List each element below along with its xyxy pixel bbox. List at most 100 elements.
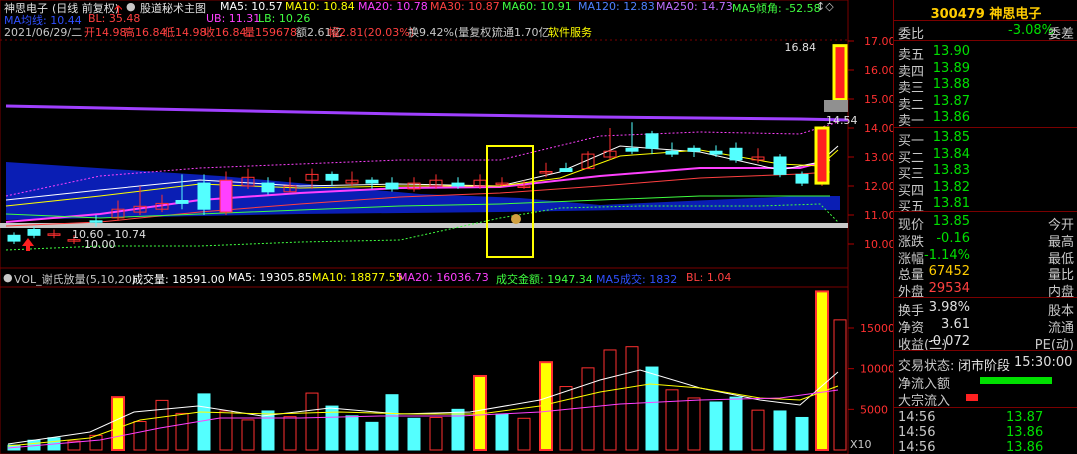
candle bbox=[729, 147, 743, 161]
buy-row-value: 13.81 bbox=[932, 196, 970, 211]
candle bbox=[325, 173, 339, 181]
volume-axis-label: 15000 bbox=[860, 322, 893, 335]
ma30-value: MA30: 10.87 bbox=[430, 0, 500, 13]
volume-bar bbox=[751, 409, 765, 451]
volume-bar bbox=[345, 415, 359, 451]
stat-row-value: -0.16 bbox=[936, 230, 970, 246]
ma250-label: 14.54 bbox=[826, 114, 858, 127]
tick-row: 14:56 13.86 bbox=[894, 440, 1077, 454]
quote-panel: 300479 神思电子 委比 -3.08% 委差 卖五 13.90 卖四 13.89 卖… bbox=[893, 0, 1077, 454]
sell-row-value: 13.87 bbox=[932, 93, 970, 109]
tick-time: 14:56 bbox=[898, 410, 936, 425]
quote-float: 流通1.70亿 bbox=[492, 26, 550, 39]
peak-label: 16.84 bbox=[785, 41, 817, 54]
volume-value: 成交量: 18591.00 bbox=[132, 273, 225, 286]
weibi-row: 委比 -3.08% 委差 bbox=[894, 23, 1077, 42]
candle bbox=[625, 147, 639, 152]
sell-row: 卖二 13.87 bbox=[894, 93, 1077, 113]
volume-bar bbox=[795, 416, 809, 451]
tick-price: 13.87 bbox=[1006, 410, 1044, 425]
volume-bar bbox=[603, 349, 617, 451]
quote-volume: 量159678 bbox=[244, 26, 297, 39]
volume-bar bbox=[305, 392, 319, 451]
buy-row: 买二 13.84 bbox=[894, 146, 1077, 166]
buy-row-value: 13.84 bbox=[932, 146, 970, 162]
price-axis-label: 17.00 bbox=[864, 35, 893, 48]
candle bbox=[559, 168, 573, 173]
sell-row: 卖三 13.88 bbox=[894, 77, 1077, 96]
stat2-row: 收益(二) -0.072 PE(动) bbox=[894, 334, 1077, 353]
candle bbox=[219, 179, 233, 213]
block-inflow-bar bbox=[966, 394, 978, 401]
candle bbox=[89, 220, 103, 223]
sell-row: 卖四 13.89 bbox=[894, 61, 1077, 80]
volume-bar bbox=[133, 421, 147, 451]
volume-bar bbox=[197, 393, 211, 451]
volume-bar bbox=[407, 417, 421, 451]
buy-row-label: 买五 bbox=[898, 200, 925, 215]
volume-title[interactable]: VOL_谢氏放量(5,10,20) bbox=[14, 271, 136, 287]
stat2-row-value: 3.61 bbox=[941, 316, 970, 332]
volume-bar bbox=[517, 417, 531, 451]
candle bbox=[197, 182, 211, 210]
volume-ma5: MA5: 19305.85 bbox=[228, 271, 312, 284]
block-inflow-row: 大宗流入 bbox=[894, 390, 1077, 409]
volume-bar bbox=[773, 410, 787, 451]
volume-bl: BL: 1.04 bbox=[686, 271, 732, 284]
kline-chart[interactable]: 17.00 16.00 15.00 14.00 13.00 12.00 11.00 10.00… bbox=[0, 0, 893, 454]
sell-row-value: 13.88 bbox=[932, 77, 970, 92]
stat2-row: 换手 3.98% 股本 bbox=[894, 300, 1077, 319]
stat-row: 涨幅 -1.14% 最低 bbox=[894, 248, 1077, 267]
volume-amount: 成交金额: 1947.34 bbox=[496, 273, 593, 286]
sell-row: 卖五 13.90 bbox=[894, 44, 1077, 63]
ma250-line bbox=[5, 104, 849, 122]
price-axis-label: 10.00 bbox=[864, 238, 893, 251]
stat-row: 总量 67452 量比 bbox=[894, 264, 1077, 283]
volume-bar bbox=[219, 410, 233, 451]
quote-close: 收16.84 bbox=[204, 26, 247, 39]
candle bbox=[7, 234, 21, 242]
close-icon[interactable]: ↕◇ bbox=[816, 0, 834, 13]
volume-hidden: MA5成交: 1832 bbox=[596, 273, 678, 286]
ma5-angle-value: MA5倾角: -52.58 bbox=[732, 2, 821, 15]
trade-status-row: 交易状态: 闭市阶段 15:30:00 bbox=[894, 355, 1077, 374]
volume-unit-label: X10 bbox=[850, 438, 872, 451]
candle bbox=[451, 182, 465, 187]
volume-bar bbox=[261, 410, 275, 451]
ma60-value: MA60: 10.91 bbox=[502, 0, 572, 13]
volume-bar bbox=[241, 419, 255, 451]
volume-bar bbox=[815, 290, 829, 451]
quote-date: 2021/06/29/二 bbox=[4, 26, 83, 39]
candle bbox=[773, 156, 787, 175]
stat-row-value: 13.85 bbox=[932, 214, 970, 229]
price-axis-label: 11.00 bbox=[864, 209, 893, 222]
settings-icon[interactable]: ● bbox=[3, 271, 13, 284]
tick-row: 14:56 13.86 bbox=[894, 425, 1077, 441]
quote-info-bar: 2021/06/29/二 开14.98 高16.84 低14.98 收16.84… bbox=[0, 24, 860, 39]
ma250-value: MA250: 14.73 bbox=[656, 0, 733, 13]
buy-row: 买一 13.85 bbox=[894, 130, 1077, 149]
quote-sector: 软件服务 bbox=[548, 26, 592, 39]
volume-bar bbox=[155, 399, 169, 451]
net-inflow-bar bbox=[980, 377, 1052, 384]
quote-open: 开14.98 bbox=[84, 26, 127, 39]
volume-bar bbox=[429, 416, 443, 451]
candle bbox=[795, 173, 809, 184]
price-axis-label: 14.00 bbox=[864, 122, 893, 135]
buy-row-value: 13.82 bbox=[932, 179, 970, 195]
buy-row-value: 13.83 bbox=[932, 163, 970, 178]
money-bag-icon bbox=[511, 214, 521, 224]
stat-row-value: 67452 bbox=[928, 264, 970, 280]
net-inflow-row: 净流入额 bbox=[894, 373, 1077, 392]
volume-bar bbox=[625, 346, 639, 451]
sell-row: 卖一 13.86 bbox=[894, 110, 1077, 129]
status-label: 交易状态: bbox=[898, 359, 955, 374]
volume-bar bbox=[111, 396, 125, 451]
volume-bar bbox=[365, 421, 379, 451]
volume-ma20: MA20: 16036.73 bbox=[398, 271, 489, 284]
quote-amplitude: 幅2.81(20.03%) bbox=[328, 26, 415, 39]
stat-row: 涨跌 -0.16 最高 bbox=[894, 230, 1077, 250]
volume-bar bbox=[729, 396, 743, 451]
volume-indicator-bar: ● VOL_谢氏放量(5,10,20) 成交量: 18591.00 MA5: 1… bbox=[0, 271, 860, 287]
tick-time: 14:56 bbox=[898, 440, 936, 454]
